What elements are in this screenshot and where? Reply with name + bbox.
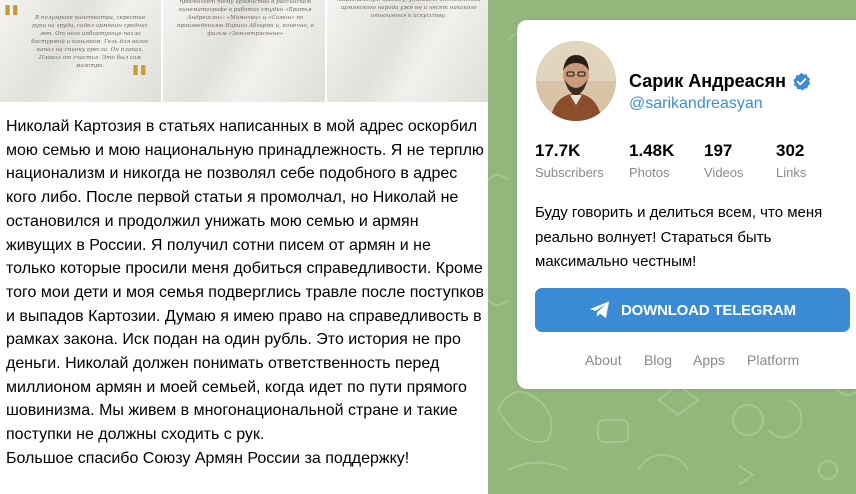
- post-image-3[interactable]: национальную вражду, унижает достоинства…: [326, 0, 488, 102]
- telegram-plane-icon: [590, 301, 610, 319]
- footer-link-about[interactable]: About: [585, 352, 622, 368]
- post-image-1-caption: В полумраке кинотеатра, скрестив руки на…: [31, 15, 149, 69]
- channel-description: Буду говорить и делиться всем, что меня …: [535, 204, 823, 270]
- avatar[interactable]: [536, 41, 616, 121]
- post-image-gallery: " " В полумраке кинотеатра, скрестив рук…: [0, 0, 488, 102]
- footer-link-platform[interactable]: Platform: [747, 352, 799, 368]
- channel-stats: 17.7K Subscribers 1.48K Photos 197 Video…: [535, 141, 836, 180]
- stat-label: Videos: [704, 165, 744, 180]
- stat-videos[interactable]: 197 Videos: [704, 141, 776, 180]
- stat-subscribers: 17.7K Subscribers: [535, 141, 629, 180]
- stat-label: Subscribers: [535, 165, 604, 180]
- channel-info-card: Сарик Андреасян @sarikandreasyan 17.7K S…: [517, 20, 856, 389]
- channel-handle[interactable]: @sarikandreasyan: [629, 95, 763, 113]
- verified-badge-icon: [793, 72, 811, 91]
- post-text: Николай Картозия в статьях написанных в …: [6, 118, 484, 467]
- post-image-3-caption: национальную вражду, унижает достоинства…: [336, 0, 481, 19]
- stat-label: Links: [776, 165, 807, 180]
- post-image-2-caption: продвигает тему армянства в российском к…: [176, 0, 314, 37]
- download-telegram-label: DOWNLOAD TELEGRAM: [621, 301, 796, 319]
- channel-name: Сарик Андреасян: [629, 71, 811, 92]
- footer-link-apps[interactable]: Apps: [693, 352, 725, 368]
- quote-open-icon: ": [2, 0, 21, 41]
- post-image-1[interactable]: " " В полумраке кинотеатра, скрестив рук…: [0, 0, 162, 102]
- stat-value: 17.7K: [535, 141, 581, 160]
- stat-value: 197: [704, 141, 733, 160]
- channel-name-text: Сарик Андреасян: [629, 71, 786, 91]
- stat-links[interactable]: 302 Links: [776, 141, 836, 180]
- stat-value: 302: [776, 141, 805, 160]
- stat-photos[interactable]: 1.48K Photos: [629, 141, 704, 180]
- footer-link-blog[interactable]: Blog: [644, 352, 672, 368]
- stat-value: 1.48K: [629, 141, 675, 160]
- post-image-2[interactable]: продвигает тему армянства в российском к…: [163, 0, 325, 102]
- stat-label: Photos: [629, 165, 670, 180]
- download-telegram-button[interactable]: DOWNLOAD TELEGRAM: [535, 288, 850, 332]
- channel-post: " " В полумраке кинотеатра, скрестив рук…: [0, 0, 488, 494]
